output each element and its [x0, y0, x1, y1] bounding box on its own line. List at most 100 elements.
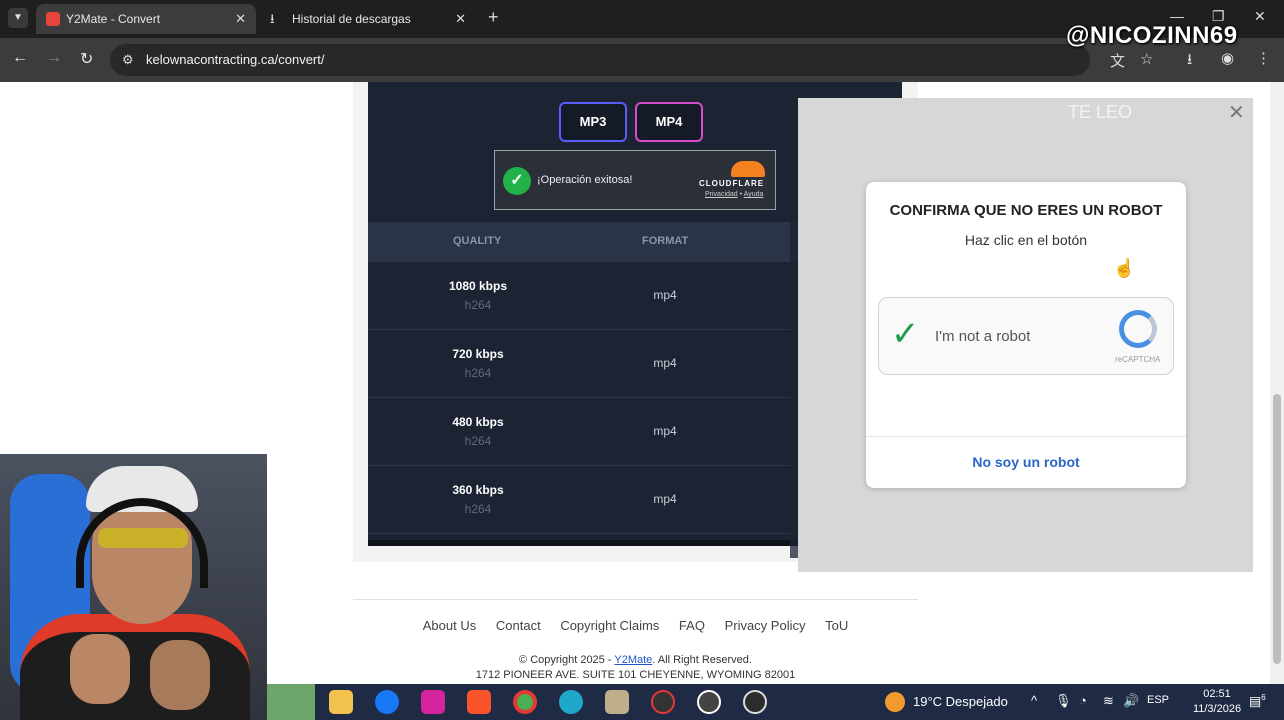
- quality-cell: 480 kbps: [452, 415, 504, 429]
- weather-icon[interactable]: [885, 692, 905, 712]
- chrome-icon[interactable]: [513, 690, 537, 714]
- notifications-icon[interactable]: ▤6: [1249, 693, 1266, 709]
- mp4-button[interactable]: MP4: [635, 102, 703, 142]
- quality-cell: 360 kbps: [452, 483, 504, 497]
- header-quality: QUALITY: [453, 235, 502, 247]
- footer-link-contact[interactable]: Contact: [496, 618, 541, 633]
- quality-cell: 1080 kbps: [448, 279, 508, 293]
- obs-icon[interactable]: [743, 690, 767, 714]
- language-indicator[interactable]: ESP: [1147, 694, 1169, 706]
- downloads-icon[interactable]: ⭳: [1187, 49, 1192, 74]
- streamer-webcam: [0, 454, 267, 720]
- recaptcha-logo-icon: [1119, 310, 1157, 348]
- recaptcha-checkbox[interactable]: ✓ I'm not a robot reCAPTCHA: [878, 297, 1174, 375]
- instagram-icon[interactable]: [421, 690, 445, 714]
- recaptcha-label: I'm not a robot: [935, 328, 1031, 345]
- tab-title: Historial de descargas: [292, 12, 411, 26]
- clock[interactable]: 02:51 11/3/2026: [1187, 687, 1247, 717]
- bookmark-star-icon[interactable]: ☆: [1140, 50, 1153, 68]
- codec-cell: h264: [464, 502, 492, 516]
- checkmark-icon: ✓: [891, 315, 920, 353]
- tab-search-button[interactable]: ▼: [8, 8, 28, 28]
- codec-cell: h264: [464, 366, 492, 380]
- file-explorer-icon[interactable]: [329, 690, 353, 714]
- captcha-title: CONFIRMA QUE NO ERES UN ROBOT: [889, 202, 1163, 219]
- url-text[interactable]: kelownacontracting.ca/convert/: [146, 52, 324, 67]
- profile-icon[interactable]: ◉: [1221, 49, 1234, 67]
- app-icon[interactable]: [605, 690, 629, 714]
- tab-title: Y2Mate - Convert: [66, 12, 161, 26]
- scrollbar-thumb[interactable]: [1273, 394, 1281, 664]
- copyright-suffix: . All Right Reserved.: [652, 654, 752, 666]
- captcha-subtitle: Haz clic en el botón: [964, 232, 1088, 248]
- cloudflare-privacy-link[interactable]: Privacidad: [705, 191, 738, 198]
- thumbs-up-right: [150, 640, 210, 710]
- clock-date: 11/3/2026: [1192, 703, 1242, 715]
- close-tab-icon[interactable]: ✕: [235, 4, 246, 34]
- microphone-icon[interactable]: 🎙: [1055, 693, 1072, 709]
- hand-cursor-icon: ☝: [1113, 258, 1136, 278]
- facebook-icon[interactable]: [375, 690, 399, 714]
- footer-link-privacy[interactable]: Privacy Policy: [725, 618, 806, 633]
- windows-taskbar: 19°C Despejado ^ 🎙 ◔ ≋ 🔊 ESP 02:51 11/3/…: [267, 684, 1284, 720]
- footer-divider: [353, 599, 918, 600]
- panel-bottom-edge: [368, 540, 798, 546]
- cloudflare-logo: CLOUDFLARE Privacidad • Ayuda: [693, 159, 769, 203]
- mp3-button[interactable]: MP3: [559, 102, 627, 142]
- tab-download-history[interactable]: ⭳ Historial de descargas ✕: [262, 4, 476, 34]
- notification-count: 6: [1261, 693, 1266, 702]
- captcha-overlay: TE LEO ✕ CONFIRMA QUE NO ERES UN ROBOT H…: [798, 98, 1253, 572]
- wifi-icon[interactable]: ≋: [1103, 693, 1114, 709]
- cloudflare-status: ¡Operación exitosa!: [537, 174, 633, 186]
- footer-links: About Us Contact Copyright Claims FAQ Pr…: [353, 618, 918, 633]
- site-info-icon[interactable]: ⚙: [122, 52, 134, 68]
- sunglasses: [98, 528, 188, 548]
- reload-icon[interactable]: ↻: [80, 49, 93, 69]
- codec-cell: h264: [464, 434, 492, 448]
- footer-link-copyright-claims[interactable]: Copyright Claims: [560, 618, 659, 633]
- tray-chevron-icon[interactable]: ^: [1031, 693, 1037, 708]
- close-icon[interactable]: ✕: [1228, 100, 1245, 125]
- header-format: FORMAT: [642, 235, 689, 247]
- tray-app-icon[interactable]: ◔: [1079, 693, 1087, 708]
- quality-cell: 720 kbps: [452, 347, 504, 361]
- link-separator: •: [739, 191, 743, 198]
- format-cell: mp4: [653, 492, 677, 506]
- y2mate-favicon-icon: [46, 12, 60, 26]
- volume-icon[interactable]: 🔊: [1123, 693, 1139, 709]
- menu-icon[interactable]: ⋮: [1256, 49, 1271, 67]
- capture-app-icon[interactable]: [651, 690, 675, 714]
- close-window-icon[interactable]: ✕: [1254, 8, 1266, 25]
- translate-icon[interactable]: 文: [1110, 50, 1125, 71]
- cloud-icon: [731, 161, 765, 177]
- captcha-card: CONFIRMA QUE NO ERES UN ROBOT Haz clic e…: [866, 182, 1186, 488]
- format-cell: mp4: [653, 424, 677, 438]
- close-tab-icon[interactable]: ✕: [455, 4, 466, 34]
- weather-text[interactable]: 19°C Despejado: [913, 694, 1008, 709]
- brave-icon[interactable]: [467, 690, 491, 714]
- card-divider: [866, 436, 1186, 437]
- back-icon[interactable]: ←: [12, 49, 28, 67]
- address-bar[interactable]: ⚙ kelownacontracting.ca/convert/ 文 ☆: [110, 44, 1153, 76]
- page-scrollbar[interactable]: [1270, 82, 1284, 684]
- overlay-brand: TE LEO: [1068, 102, 1133, 122]
- footer-link-about[interactable]: About Us: [423, 618, 476, 633]
- widgets-thumbnail[interactable]: [267, 684, 315, 720]
- copyright-text: © Copyright 2025 - Y2Mate. All Right Res…: [353, 654, 918, 666]
- recaptcha-brand: reCAPTCHA: [1115, 355, 1161, 364]
- clock-time: 02:51: [1203, 688, 1231, 700]
- success-check-icon: ✓: [503, 167, 531, 195]
- forward-icon[interactable]: →: [46, 49, 62, 67]
- media-player-icon[interactable]: [697, 690, 721, 714]
- not-a-robot-link[interactable]: No soy un robot: [866, 454, 1186, 470]
- copyright-prefix: © Copyright 2025 -: [519, 654, 615, 666]
- codec-cell: h264: [464, 298, 492, 312]
- tab-y2mate[interactable]: Y2Mate - Convert ✕: [36, 4, 256, 34]
- streamer-shirt: [20, 614, 250, 720]
- new-tab-icon[interactable]: +: [488, 7, 499, 28]
- footer-link-tou[interactable]: ToU: [825, 618, 848, 633]
- y2mate-link[interactable]: Y2Mate: [614, 654, 652, 666]
- cloudflare-help-link[interactable]: Ayuda: [744, 191, 764, 198]
- edge-icon[interactable]: [559, 690, 583, 714]
- footer-link-faq[interactable]: FAQ: [679, 618, 705, 633]
